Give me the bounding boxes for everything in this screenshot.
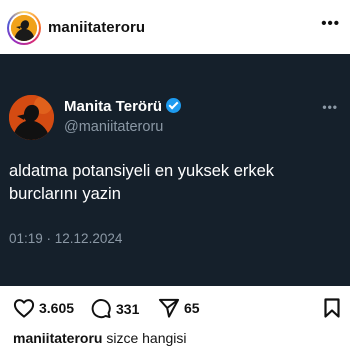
heart-icon [13, 299, 35, 318]
caption-username[interactable]: maniitateroru [13, 330, 102, 346]
caption-text: sizce hangisi [106, 330, 187, 346]
share-count: 65 [184, 300, 200, 316]
tweet-display-name: Manita Terörü [64, 98, 182, 115]
more-options-icon[interactable]: ••• [321, 16, 340, 31]
post-header: maniitateroru ••• [0, 0, 350, 54]
comment-button[interactable]: 331 [90, 298, 139, 319]
like-count: 3.605 [39, 300, 75, 316]
comment-icon [91, 299, 111, 319]
post-action-bar: 3.605 331 65 [0, 290, 350, 322]
post-username[interactable]: maniitateroru [48, 19, 145, 36]
tweet-card: Manita Terörü @maniitateroru ••• aldatma… [0, 54, 350, 286]
tweet-timestamp: 01:19 · 12.12.2024 [9, 231, 123, 246]
verified-badge-icon [166, 98, 182, 113]
profile-avatar[interactable] [7, 11, 41, 45]
bookmark-icon [324, 298, 340, 318]
share-button[interactable]: 65 [158, 298, 200, 318]
tweet-more-icon: ••• [322, 100, 338, 114]
like-button[interactable]: 3.605 [13, 298, 74, 318]
tweet-text: aldatma potansiyeli en yuksek erkek burc… [9, 162, 275, 203]
save-button[interactable] [324, 298, 340, 318]
comment-count: 331 [116, 300, 140, 317]
post-caption: maniitateroru sizce hangisi [13, 330, 187, 346]
send-icon [158, 298, 180, 318]
tweet-handle: @maniitateroru [64, 119, 164, 135]
tweet-avatar [9, 95, 54, 140]
